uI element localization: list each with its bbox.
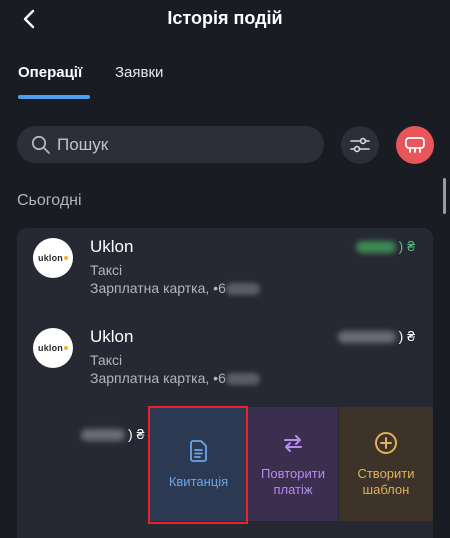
transaction-category: Таксі — [90, 352, 123, 368]
masked-card-number — [225, 373, 260, 386]
page-title: Історія подій — [167, 8, 283, 28]
receipt-button[interactable]: Квитанція — [150, 407, 247, 521]
scrollbar[interactable] — [443, 178, 446, 214]
tab-operations[interactable]: Операції — [18, 64, 82, 81]
plus-circle-icon — [373, 430, 399, 456]
masked-amount — [81, 429, 125, 442]
tab-requests[interactable]: Заявки — [115, 64, 163, 81]
search-input[interactable] — [57, 134, 297, 155]
masked-amount — [337, 331, 396, 344]
repeat-icon — [280, 430, 306, 456]
transaction-amount: ) ₴ — [355, 238, 415, 254]
card-name: Зарплатна картка, •6 — [90, 370, 260, 386]
section-title: Сьогодні — [17, 192, 82, 209]
transaction-category: Таксі — [90, 262, 123, 278]
header: Історія подій — [0, 0, 450, 40]
swiped-row-amount: ) ₴ — [81, 426, 144, 442]
list-item[interactable]: uklon Uklon Таксі Зарплатна картка, •6 )… — [17, 228, 433, 318]
merchant-name: Uklon — [90, 237, 134, 256]
merchant-logo: uklon — [33, 328, 73, 368]
transaction-amount: ) ₴ — [337, 328, 415, 344]
active-tab-indicator — [18, 95, 90, 99]
sliders-icon — [350, 137, 370, 153]
masked-amount — [355, 241, 396, 254]
merchant-logo: uklon — [33, 238, 73, 278]
terminal-icon — [405, 137, 425, 153]
repeat-payment-button[interactable]: Повторити платіж — [248, 407, 338, 521]
search-bar[interactable] — [17, 126, 324, 163]
list-item[interactable]: uklon Uklon Таксі Зарплатна картка, •6 )… — [17, 318, 433, 408]
avatar[interactable] — [396, 126, 434, 164]
merchant-name: Uklon — [90, 327, 134, 346]
transaction-list: uklon Uklon Таксі Зарплатна картка, •6 )… — [17, 228, 433, 538]
create-template-button[interactable]: Створити шаблон — [339, 407, 433, 521]
masked-card-number — [225, 283, 260, 296]
document-icon — [186, 438, 212, 464]
repeat-payment-label: Повторити платіж — [261, 466, 325, 497]
create-template-label: Створити шаблон — [357, 466, 415, 497]
receipt-label: Квитанція — [168, 474, 229, 489]
search-icon — [31, 134, 53, 156]
card-name: Зарплатна картка, •6 — [90, 280, 260, 296]
filter-button[interactable] — [341, 126, 379, 164]
